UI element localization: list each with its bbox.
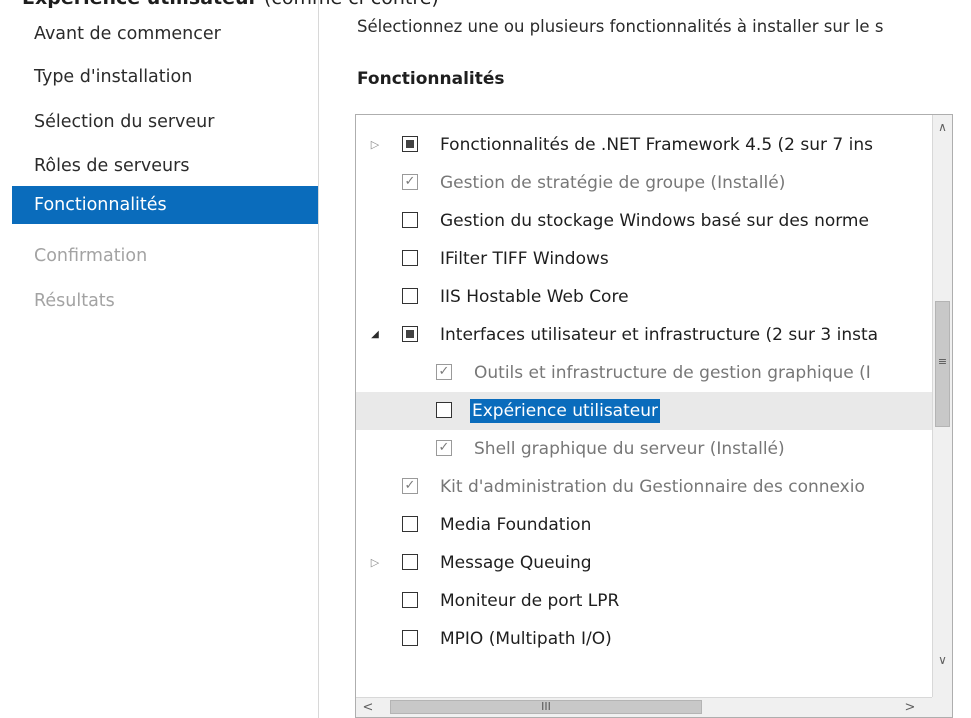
feature-checkbox[interactable] (436, 402, 452, 418)
vertical-scrollbar[interactable]: ∧ ≡ ∨ (932, 115, 952, 699)
scroll-right-button[interactable]: > (900, 698, 920, 717)
feature-label: Message Queuing (440, 553, 592, 573)
nav-item-before-you-begin[interactable]: Avant de commencer (12, 15, 318, 53)
checkmark-icon: ✓ (438, 364, 450, 379)
partial-check-icon (406, 140, 414, 148)
feature-label: IFilter TIFF Windows (440, 249, 609, 269)
horizontal-scrollbar[interactable]: < III > (356, 697, 952, 717)
feature-label: Expérience utilisateur (470, 399, 660, 423)
feature-row[interactable]: Expérience utilisateur (356, 392, 932, 430)
features-tree[interactable]: ▷ Fonctionnalités de .NET Framework 4.5 (… (355, 114, 953, 718)
chevron-down-icon: ∨ (938, 653, 947, 667)
feature-label: Media Foundation (440, 515, 592, 535)
feature-row[interactable]: Media Foundation (356, 506, 932, 544)
nav-item-label: Avant de commencer (34, 24, 221, 44)
feature-row[interactable]: Gestion du stockage Windows basé sur des… (356, 202, 932, 240)
feature-row[interactable]: ◢ Interfaces utilisateur et infrastructur… (356, 316, 932, 354)
checkmark-icon: ✓ (438, 440, 450, 455)
nav-item-label: Rôles de serveurs (34, 156, 190, 176)
nav-item-results: Résultats (12, 282, 318, 320)
horizontal-scroll-thumb[interactable]: III (390, 700, 702, 714)
feature-label: Gestion du stockage Windows basé sur des… (440, 211, 869, 231)
nav-item-server-selection[interactable]: Sélection du serveur (12, 103, 318, 141)
feature-checkbox[interactable] (402, 592, 418, 608)
feature-checkbox[interactable] (402, 554, 418, 570)
feature-label: Interfaces utilisateur et infrastructure… (440, 325, 879, 345)
grip-icon: III (541, 700, 551, 713)
nav-item-label: Type d'installation (34, 67, 193, 87)
feature-label: Moniteur de port LPR (440, 591, 620, 611)
feature-checkbox[interactable] (402, 250, 418, 266)
nav-item-label: Sélection du serveur (34, 112, 215, 132)
nav-item-confirmation: Confirmation (12, 237, 318, 275)
partial-check-icon (406, 330, 414, 338)
feature-row[interactable]: Moniteur de port LPR (356, 582, 932, 620)
nav-item-installation-type[interactable]: Type d'installation (12, 58, 318, 96)
chevron-right-icon: > (904, 700, 916, 715)
nav-divider (318, 0, 319, 718)
feature-row[interactable]: ▷ Message Queuing (356, 544, 932, 582)
feature-label: Kit d'administration du Gestionnaire des… (440, 477, 865, 497)
feature-label: IIS Hostable Web Core (440, 287, 629, 307)
feature-checkbox: ✓ (436, 364, 452, 380)
checkmark-icon: ✓ (404, 174, 416, 189)
feature-checkbox[interactable] (402, 630, 418, 646)
scroll-down-button[interactable]: ∨ (933, 650, 952, 670)
feature-label: Gestion de stratégie de groupe (Installé… (440, 173, 786, 193)
feature-label: Outils et infrastructure de gestion grap… (474, 363, 871, 383)
feature-label: MPIO (Multipath I/O) (440, 629, 612, 649)
section-title: Fonctionnalités (357, 69, 505, 89)
feature-row[interactable]: ✓ Kit d'administration du Gestionnaire de… (356, 468, 932, 506)
feature-row[interactable]: IIS Hostable Web Core (356, 278, 932, 316)
vertical-scroll-thumb[interactable]: ≡ (935, 301, 950, 427)
nav-item-features[interactable]: Fonctionnalités (12, 186, 318, 224)
grip-icon: ≡ (937, 355, 948, 368)
wizard-nav: Avant de commencer Type d'installation S… (0, 0, 318, 718)
triangle-right-icon[interactable]: ▷ (368, 126, 382, 164)
nav-item-label: Confirmation (34, 246, 148, 266)
nav-item-server-roles[interactable]: Rôles de serveurs (12, 147, 318, 185)
feature-checkbox[interactable] (402, 288, 418, 304)
feature-row[interactable]: ✓ Shell graphique du serveur (Installé) (356, 430, 932, 468)
feature-checkbox: ✓ (402, 478, 418, 494)
feature-checkbox[interactable] (402, 516, 418, 532)
scroll-up-button[interactable]: ∧ (933, 117, 952, 137)
feature-row[interactable]: ▷ Fonctionnalités de .NET Framework 4.5 (… (356, 126, 932, 164)
page-description: Sélectionnez une ou plusieurs fonctionna… (357, 17, 884, 36)
chevron-left-icon: < (362, 700, 374, 715)
nav-item-label: Fonctionnalités (34, 195, 167, 215)
feature-label: Shell graphique du serveur (Installé) (474, 439, 785, 459)
feature-row[interactable]: ✓ Outils et infrastructure de gestion gra… (356, 354, 932, 392)
nav-item-label: Résultats (34, 291, 115, 311)
triangle-down-icon[interactable]: ◢ (368, 316, 382, 354)
feature-checkbox: ✓ (436, 440, 452, 456)
feature-checkbox[interactable] (402, 212, 418, 228)
scroll-left-button[interactable]: < (358, 698, 378, 717)
feature-checkbox: ✓ (402, 174, 418, 190)
checkmark-icon: ✓ (404, 478, 416, 493)
feature-checkbox[interactable] (402, 326, 418, 342)
feature-label: Fonctionnalités de .NET Framework 4.5 (2… (440, 135, 873, 155)
feature-row[interactable]: IFilter TIFF Windows (356, 240, 932, 278)
chevron-up-icon: ∧ (938, 120, 947, 134)
scroll-corner (932, 697, 952, 717)
feature-row[interactable]: ✓ Gestion de stratégie de groupe (Install… (356, 164, 932, 202)
triangle-right-icon[interactable]: ▷ (368, 544, 382, 582)
feature-row[interactable]: MPIO (Multipath I/O) (356, 620, 932, 658)
feature-checkbox[interactable] (402, 136, 418, 152)
